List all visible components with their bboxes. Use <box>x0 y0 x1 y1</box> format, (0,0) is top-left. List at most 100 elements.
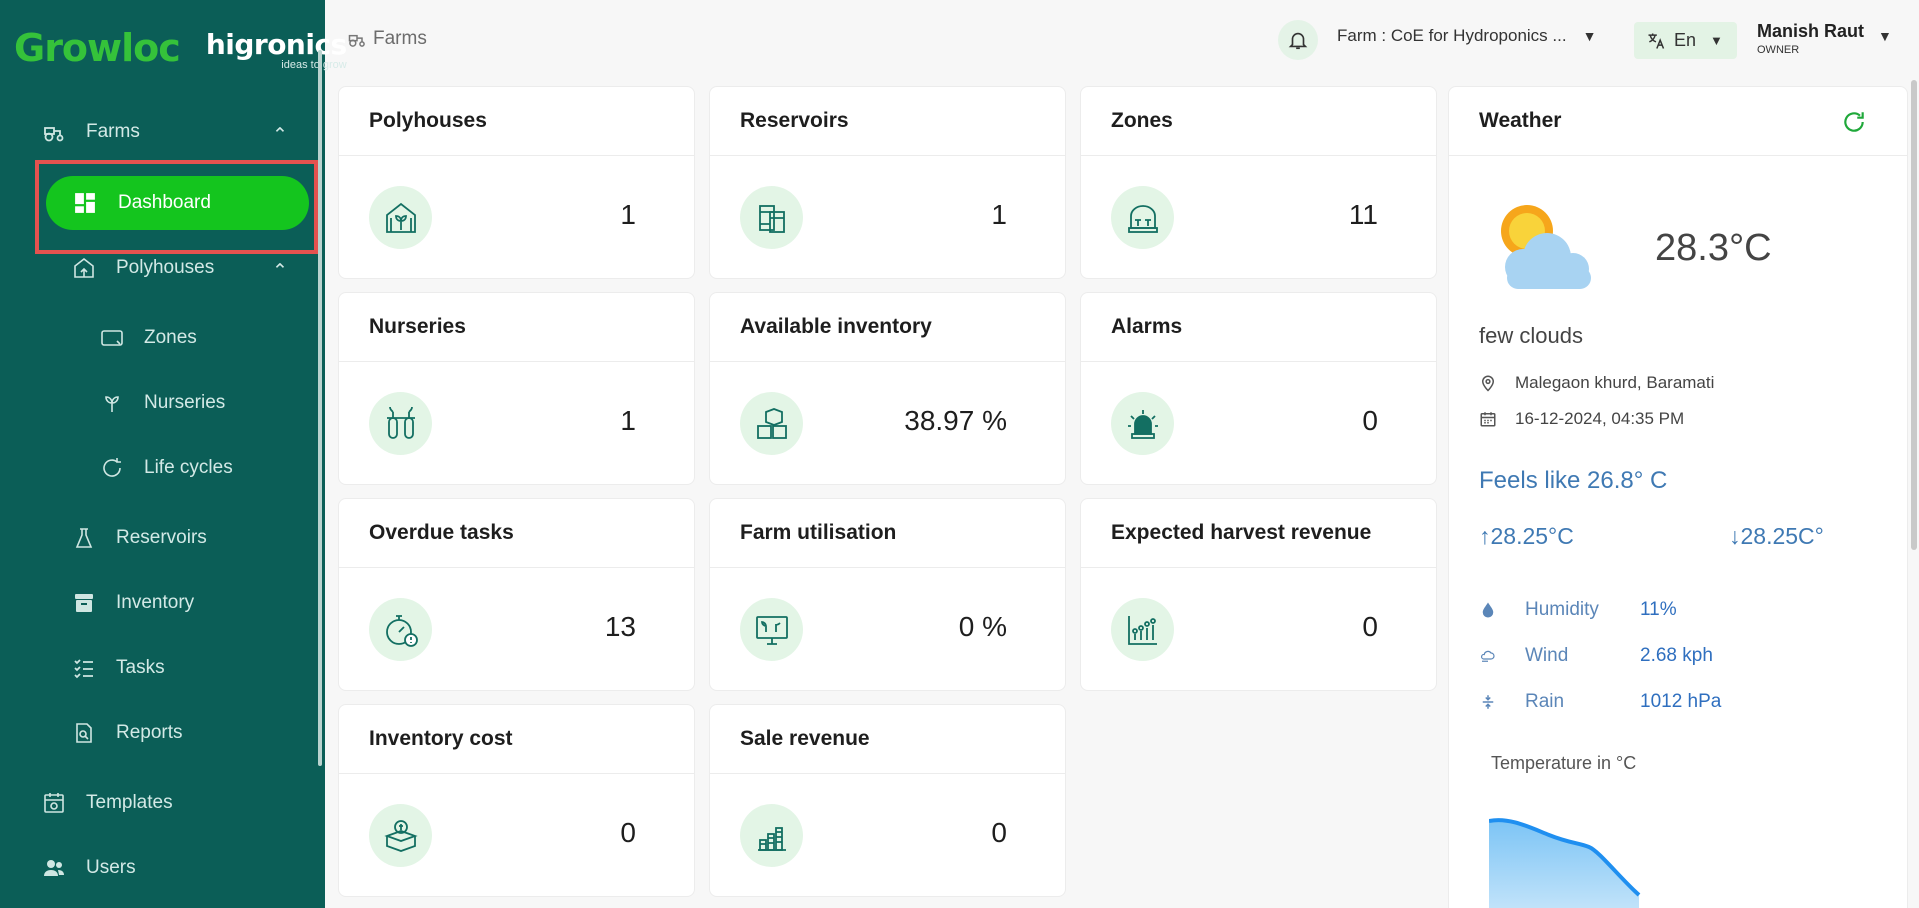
datetime-text: 16-12-2024, 04:35 PM <box>1515 409 1685 428</box>
language-select[interactable]: En ▼ <box>1634 22 1737 59</box>
card-value: 0 % <box>958 611 1007 642</box>
coin-stacks-icon <box>740 804 803 867</box>
sidebar-item-label: Reports <box>116 722 183 743</box>
divider <box>710 361 1065 362</box>
greenhouse-icon <box>369 186 432 249</box>
sidebar-item-label: Polyhouses <box>116 257 215 278</box>
archive-icon <box>70 589 98 617</box>
user-menu[interactable]: Manish Raut OWNER <box>1757 21 1864 56</box>
card-expected-harvest-revenue[interactable]: Expected harvest revenue 0 <box>1080 498 1437 691</box>
high-value: 28.25°C <box>1490 523 1574 549</box>
low-value: 28.25C° <box>1740 523 1824 549</box>
notifications-button[interactable] <box>1278 20 1318 60</box>
wind-label: Wind <box>1525 645 1569 666</box>
zone-icon <box>98 324 126 352</box>
report-icon <box>70 719 98 747</box>
breadcrumb-label: Farms <box>373 28 427 49</box>
template-icon <box>40 789 68 817</box>
farm-select[interactable]: Farm : CoE for Hydroponics ... ▼ <box>1337 26 1596 46</box>
sidebar-item-zones[interactable]: Zones <box>98 324 197 352</box>
divider <box>1081 155 1436 156</box>
card-zones[interactable]: Zones 11 <box>1080 86 1437 279</box>
partly-cloudy-icon <box>1501 205 1591 289</box>
sidebar-item-templates[interactable]: Templates <box>40 789 173 817</box>
chevron-up-icon[interactable]: ⌃ <box>272 260 288 283</box>
caret-down-icon[interactable]: ▼ <box>1878 28 1892 44</box>
refresh-icon[interactable] <box>1841 109 1867 135</box>
card-polyhouses[interactable]: Polyhouses 1 <box>338 86 695 279</box>
weather-title: Weather <box>1479 109 1562 132</box>
reservoir-icon <box>70 524 98 552</box>
divider <box>710 567 1065 568</box>
sidebar-item-inventory[interactable]: Inventory <box>70 589 194 617</box>
card-farm-utilisation[interactable]: Farm utilisation 0 % <box>709 498 1066 691</box>
card-title: Expected harvest revenue <box>1111 521 1372 544</box>
card-title: Zones <box>1111 109 1173 132</box>
card-reservoirs[interactable]: Reservoirs 1 <box>709 86 1066 279</box>
droplet-icon <box>1482 602 1494 618</box>
temperature-high: ↑28.25°C <box>1479 523 1574 550</box>
rain-value: 1012 hPa <box>1640 691 1722 712</box>
humidity-label: Humidity <box>1525 599 1599 620</box>
card-title: Overdue tasks <box>369 521 514 544</box>
chevron-up-icon[interactable]: ⌃ <box>272 124 288 147</box>
card-value: 13 <box>604 611 636 642</box>
sidebar-item-dashboard[interactable]: Dashboard <box>46 176 309 230</box>
monitor-plant-icon <box>740 598 803 661</box>
weather-location: Malegaon khurd, Baramati <box>1479 373 1714 393</box>
tractor-icon <box>348 34 365 47</box>
user-name: Manish Raut <box>1757 21 1865 41</box>
card-available-inventory[interactable]: Available inventory 38.97 % <box>709 292 1066 485</box>
card-value: 11 <box>1348 199 1378 230</box>
checklist-icon <box>70 654 98 682</box>
wind-value: 2.68 kph <box>1640 645 1713 666</box>
breadcrumb[interactable]: Farms <box>347 28 427 50</box>
cycle-icon <box>98 454 126 482</box>
wind-cloud-icon <box>1481 650 1495 662</box>
sidebar-item-label: Users <box>86 857 136 878</box>
sidebar-item-reports[interactable]: Reports <box>70 719 183 747</box>
sidebar-item-reservoirs[interactable]: Reservoirs <box>70 524 207 552</box>
seedling-icon <box>98 389 126 417</box>
growth-chart-icon <box>1111 598 1174 661</box>
sidebar-item-polyhouses[interactable]: Polyhouses <box>70 254 214 282</box>
divider <box>1081 361 1436 362</box>
card-alarms[interactable]: Alarms 0 <box>1080 292 1437 485</box>
translate-icon <box>1648 33 1665 49</box>
box-dollar-icon <box>369 804 432 867</box>
sidebar-item-users[interactable]: Users <box>40 854 136 882</box>
weather-condition: few clouds <box>1479 323 1583 348</box>
card-title: Sale revenue <box>740 727 870 750</box>
bell-icon <box>1288 32 1308 50</box>
page-scrollbar[interactable] <box>1911 80 1917 550</box>
alarm-icon <box>1111 392 1174 455</box>
card-title: Available inventory <box>740 315 932 338</box>
card-inventory-cost[interactable]: Inventory cost 0 <box>338 704 695 897</box>
sidebar-item-tasks[interactable]: Tasks <box>70 654 165 682</box>
caret-down-icon: ▼ <box>1582 28 1597 44</box>
location-text: Malegaon khurd, Baramati <box>1515 373 1715 392</box>
card-title: Polyhouses <box>369 109 487 132</box>
card-overdue-tasks[interactable]: Overdue tasks 13 <box>338 498 695 691</box>
temperature-low: ↓28.25C° <box>1729 523 1824 550</box>
weather-panel: Weather 28.3°C few clouds Malegaon khurd… <box>1448 86 1908 908</box>
temperature-chart <box>1489 818 1641 908</box>
rain-row: Rain 1012 hPa <box>1479 691 1721 713</box>
language-value: En <box>1674 30 1697 50</box>
sidebar-item-nurseries[interactable]: Nurseries <box>98 389 225 417</box>
divider <box>710 155 1065 156</box>
card-sale-revenue[interactable]: Sale revenue 0 <box>709 704 1066 897</box>
weather-datetime: 16-12-2024, 04:35 PM <box>1479 409 1684 429</box>
sidebar-item-life-cycles[interactable]: Life cycles <box>98 454 233 482</box>
caret-down-icon: ▼ <box>1710 33 1723 48</box>
current-temperature: 28.3°C <box>1655 227 1772 269</box>
humidity-row: Humidity 11% <box>1479 599 1677 621</box>
sidebar-item-farms[interactable]: Farms <box>40 118 140 146</box>
divider <box>339 773 694 774</box>
card-nurseries[interactable]: Nurseries 1 <box>338 292 695 485</box>
temperature-chart-title: Temperature in °C <box>1491 753 1637 773</box>
boxes-icon <box>740 392 803 455</box>
reservoir-icon <box>740 186 803 249</box>
sidebar-scrollbar[interactable] <box>318 50 322 766</box>
topbar: Farms Farm : CoE for Hydroponics ... ▼ E… <box>325 0 1919 78</box>
